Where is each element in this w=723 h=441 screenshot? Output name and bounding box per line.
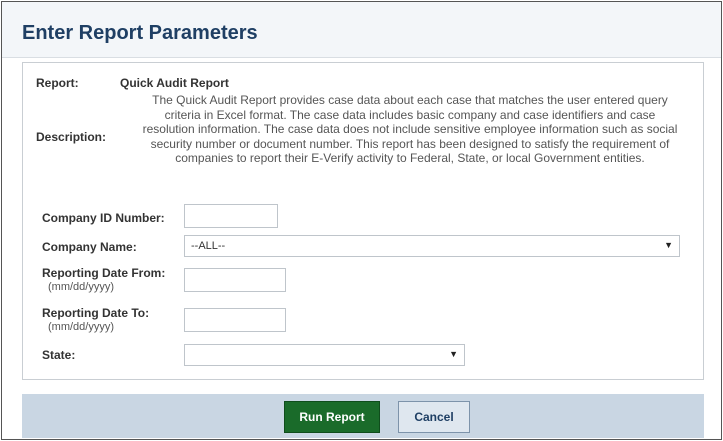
chevron-down-icon: ▼	[664, 240, 673, 250]
description-line: The Quick Audit Report provides case dat…	[152, 93, 668, 107]
date-from-label: Reporting Date From:	[42, 266, 166, 280]
date-to-label: Reporting Date To:	[42, 306, 150, 320]
description-line: resolution information. The case data do…	[142, 122, 678, 136]
state-select[interactable]: ▼	[184, 344, 465, 366]
company-name-selected-value: --ALL--	[191, 240, 226, 252]
report-label: Report:	[36, 76, 79, 90]
date-to-format-hint: (mm/dd/yyyy)	[48, 321, 114, 333]
description-line: security number or document number. This…	[150, 136, 670, 151]
company-id-label: Company ID Number:	[42, 211, 165, 225]
description-line: criteria in Excel format. The case data …	[164, 107, 656, 122]
run-report-button[interactable]: Run Report	[284, 401, 380, 433]
report-name: Quick Audit Report	[120, 76, 229, 90]
company-id-input[interactable]	[184, 204, 278, 228]
button-bar: Run Report Cancel	[22, 394, 704, 438]
cancel-button[interactable]: Cancel	[398, 401, 470, 433]
company-name-select[interactable]: --ALL-- ▼	[184, 235, 680, 257]
chevron-down-icon: ▼	[449, 349, 458, 359]
company-name-label: Company Name:	[42, 240, 137, 254]
page-title: Enter Report Parameters	[22, 22, 258, 44]
parameters-panel: Report: Quick Audit Report Description: …	[22, 62, 704, 380]
date-from-format-hint: (mm/dd/yyyy)	[48, 281, 114, 293]
report-parameters-dialog: Enter Report Parameters Report: Quick Au…	[1, 1, 722, 440]
description-text: The Quick Audit Report provides case dat…	[120, 93, 700, 166]
date-to-input[interactable]	[184, 308, 286, 332]
dialog-header: Enter Report Parameters	[2, 2, 721, 58]
date-from-input[interactable]	[184, 268, 286, 292]
description-line: companies to report their E-Verify activ…	[175, 151, 645, 165]
description-label: Description:	[36, 130, 107, 144]
state-label: State:	[42, 348, 76, 362]
